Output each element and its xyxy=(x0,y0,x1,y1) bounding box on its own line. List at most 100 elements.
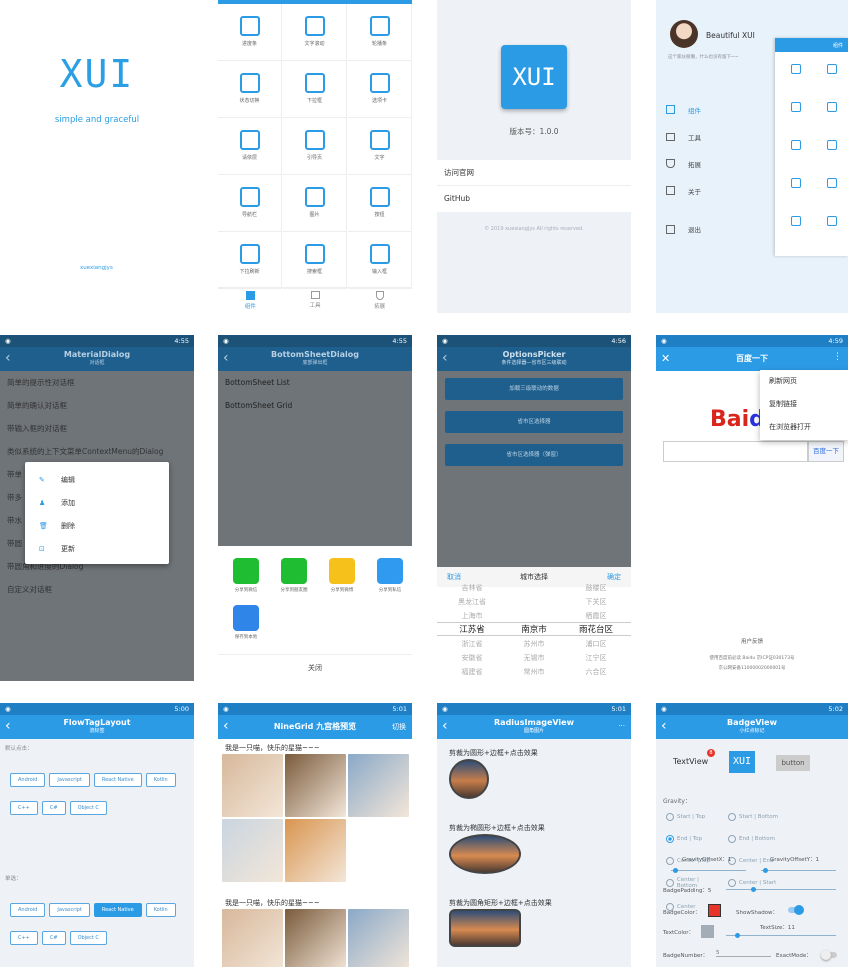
search-box[interactable] xyxy=(663,441,808,462)
tag-chip[interactable]: Android xyxy=(10,903,46,917)
more-icon[interactable]: ··· xyxy=(618,722,625,730)
wheel-option[interactable]: 浦口区 xyxy=(565,637,627,651)
feedback-link[interactable]: 用户反馈 xyxy=(656,637,848,645)
wheel-option[interactable]: 吉林省 xyxy=(441,581,503,595)
back-icon[interactable]: ‹ xyxy=(5,351,11,365)
tag-chip[interactable]: C# xyxy=(41,801,66,815)
wheel-option[interactable]: 雨花台区 xyxy=(565,623,627,637)
list-item[interactable]: 类似系统的上下文菜单ContextMenu的Dialog xyxy=(0,440,194,463)
wheel-option[interactable]: 江苏省 xyxy=(441,623,503,637)
back-icon[interactable]: ‹ xyxy=(223,351,229,365)
grid-item[interactable]: 输入框 xyxy=(348,232,412,289)
grid-item[interactable]: 按钮 xyxy=(348,175,412,232)
back-icon[interactable]: ‹ xyxy=(442,719,448,733)
picker-button[interactable]: 省市区选择器 xyxy=(445,411,623,433)
tag-chip[interactable]: React Native xyxy=(93,773,142,787)
list-item[interactable]: 简单的提示性对话框 xyxy=(0,371,194,394)
wheel-option[interactable]: 上海市 xyxy=(441,609,503,623)
gy-slider[interactable] xyxy=(761,868,836,873)
list-item[interactable]: 自定义对话框 xyxy=(0,578,194,601)
back-icon[interactable]: ‹ xyxy=(661,719,667,733)
cat-photo[interactable] xyxy=(222,754,283,817)
gx-slider[interactable] xyxy=(671,868,746,873)
tag-chip[interactable]: Kotlin xyxy=(145,773,176,787)
grid-item[interactable]: 状态切换 xyxy=(218,61,282,118)
grid-item[interactable]: 文字 xyxy=(348,118,412,175)
image-circle[interactable] xyxy=(449,759,489,799)
wheel-option[interactable]: 栖霞区 xyxy=(565,609,627,623)
badge-button[interactable]: button xyxy=(776,755,810,771)
wheel-option[interactable]: 六合区 xyxy=(565,665,627,679)
cat-photo[interactable] xyxy=(285,754,346,817)
picker-button[interactable]: 省市区选择器（弹窗） xyxy=(445,444,623,466)
gravity-radio[interactable]: Start | Bottom xyxy=(728,813,782,821)
tag-chip[interactable]: Javascript xyxy=(49,773,90,787)
menu-item[interactable]: 复制链接 xyxy=(760,393,848,416)
wheel-option[interactable]: 安徽省 xyxy=(441,651,503,665)
grid-item[interactable]: 下拉框 xyxy=(283,61,347,118)
back-icon[interactable]: ‹ xyxy=(223,719,229,733)
menu-item[interactable]: 刷新网页 xyxy=(760,370,848,393)
link-github[interactable]: GitHub xyxy=(437,186,631,212)
text-color-swatch[interactable] xyxy=(701,925,714,938)
share-item[interactable]: 分享到朋友圈 xyxy=(272,558,316,593)
menu-item[interactable]: ♟ 添加 xyxy=(25,491,169,514)
wheel-option[interactable]: 江宁区 xyxy=(565,651,627,665)
tag-chip[interactable]: React Native xyxy=(93,903,142,917)
back-icon[interactable]: ‹ xyxy=(442,351,448,365)
grid-item[interactable]: 导航栏 xyxy=(218,175,282,232)
wheel-option[interactable]: 无锡市 xyxy=(503,651,565,665)
cat-photo[interactable] xyxy=(222,819,283,882)
grid-item[interactable]: 文字滚动 xyxy=(283,4,347,61)
avatar[interactable] xyxy=(670,20,698,48)
picker-button[interactable]: 加载三级联动的数据 xyxy=(445,378,623,400)
cat-photo[interactable] xyxy=(222,909,283,967)
gravity-radio[interactable]: End | Top xyxy=(666,835,720,843)
padding-slider[interactable] xyxy=(726,887,836,892)
tag-chip[interactable]: C# xyxy=(41,931,66,945)
tag-chip[interactable]: Javascript xyxy=(49,903,90,917)
drawer-item-components[interactable]: 组件 xyxy=(666,96,701,123)
list-item[interactable]: 带输入框的对话框 xyxy=(0,417,194,440)
grid-item[interactable]: 搜索框 xyxy=(283,232,347,289)
wheel-option[interactable]: 南京市 xyxy=(503,623,565,637)
image-oval[interactable] xyxy=(449,834,521,874)
wheel-option[interactable]: 下关区 xyxy=(565,595,627,609)
menu-item[interactable]: 🗑 删除 xyxy=(25,514,169,537)
share-item[interactable]: 保存到本地 xyxy=(224,605,268,640)
wheel-option[interactable]: 常州市 xyxy=(503,665,565,679)
list-item[interactable]: 简单的确认对话框 xyxy=(0,394,194,417)
wheel-option[interactable]: 福建省 xyxy=(441,665,503,679)
tag-chip[interactable]: Android xyxy=(10,773,46,787)
list-item[interactable]: BottomSheet List xyxy=(218,371,412,394)
list-item[interactable]: BottomSheet Grid xyxy=(218,394,412,417)
wheel-option[interactable]: 苏州市 xyxy=(503,637,565,651)
drawer-item-tools[interactable]: 工具 xyxy=(666,123,701,150)
wheel-option[interactable]: 黑龙江省 xyxy=(441,595,503,609)
grid-item[interactable]: 图片 xyxy=(283,175,347,232)
link-website[interactable]: 访问官网 xyxy=(437,160,631,186)
cat-photo[interactable] xyxy=(285,909,346,967)
tag-chip[interactable]: C++ xyxy=(10,931,38,945)
share-item[interactable]: 分享到私信 xyxy=(368,558,412,593)
gravity-radio[interactable]: Center | Start xyxy=(728,879,782,887)
share-item[interactable]: 分享到微信 xyxy=(224,558,268,593)
wheel-option[interactable]: 浙江省 xyxy=(441,637,503,651)
grid-item[interactable]: 进度条 xyxy=(218,4,282,61)
cat-photo[interactable] xyxy=(285,819,346,882)
back-icon[interactable]: ‹ xyxy=(5,719,11,733)
exact-toggle[interactable] xyxy=(821,950,837,960)
badge-number-input[interactable]: 5 xyxy=(716,950,771,957)
shadow-toggle[interactable] xyxy=(788,905,804,915)
drawer-item-about[interactable]: 关于 xyxy=(666,177,701,204)
more-icon[interactable]: ⋮ xyxy=(833,352,842,362)
image-rounded[interactable] xyxy=(449,909,521,947)
tag-chip[interactable]: Object C xyxy=(69,931,107,945)
wheel-option[interactable] xyxy=(503,595,565,609)
grid-item[interactable]: 下拉刷新 xyxy=(218,232,282,289)
gravity-radio[interactable]: Start | Top xyxy=(666,813,720,821)
nav-tools[interactable]: 工具 xyxy=(283,288,348,313)
cat-photo[interactable] xyxy=(348,909,409,967)
textsize-slider[interactable] xyxy=(726,933,836,938)
badge-color-swatch[interactable] xyxy=(708,904,721,917)
